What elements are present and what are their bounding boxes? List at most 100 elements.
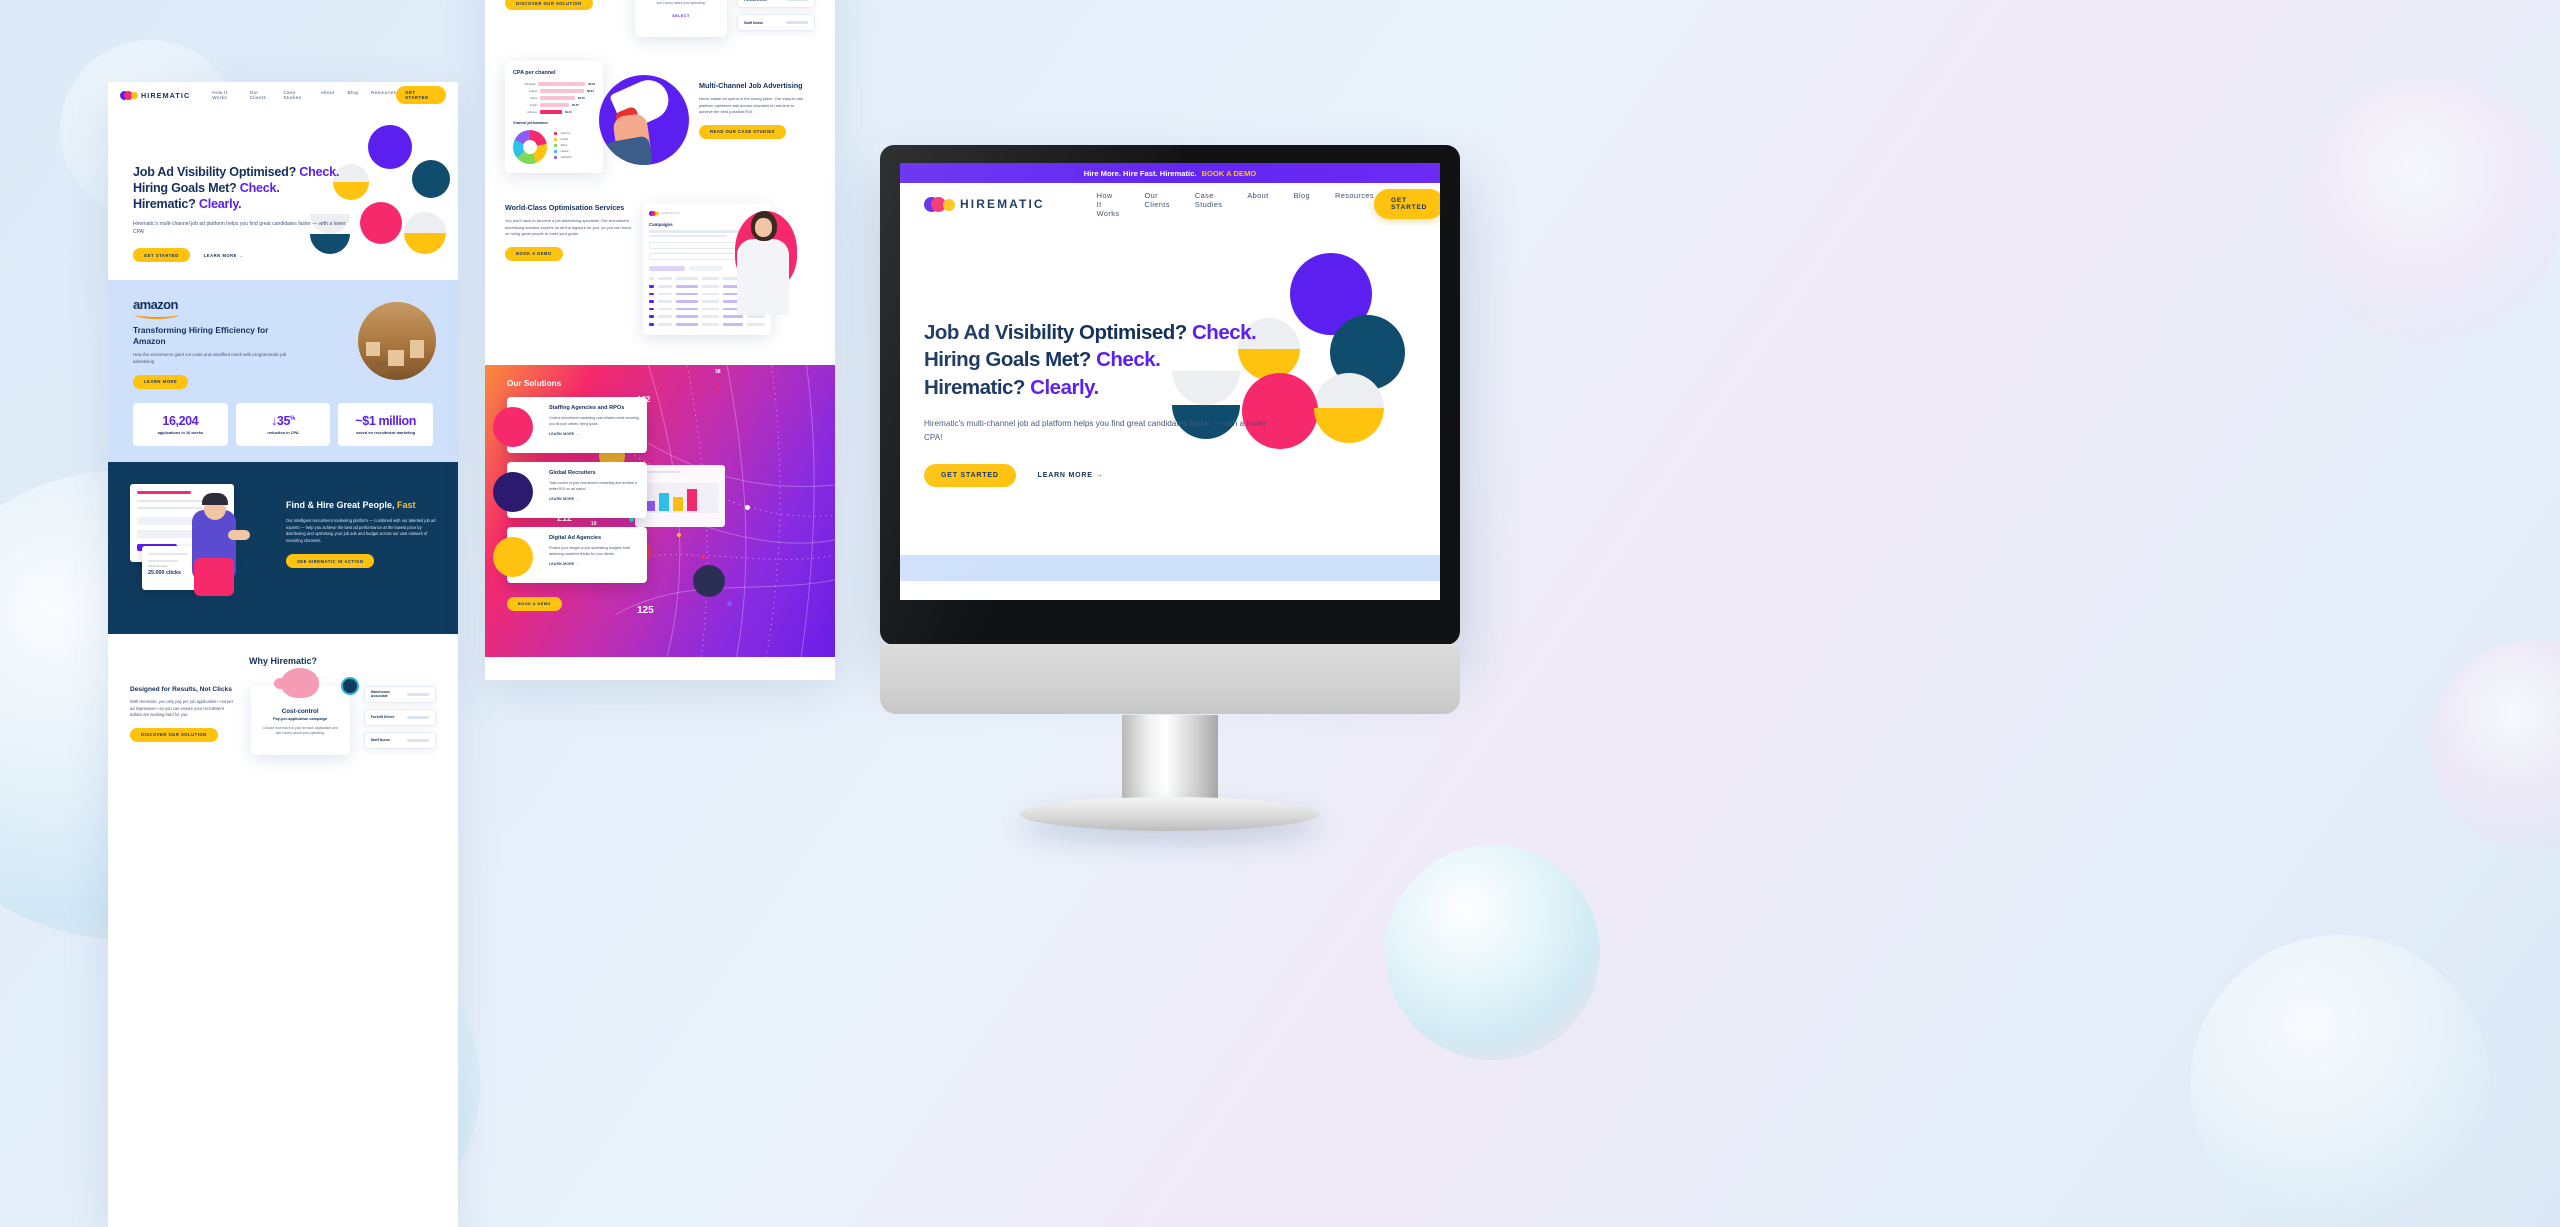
platform-illustration: 25.000 clicks Clicks forecast	[130, 483, 275, 606]
amazon-logo: amazon	[133, 297, 179, 319]
cpa-chart-card: CPA per channel Jobrapido $9.23 Indeed $…	[505, 61, 603, 173]
hero-get-started-button[interactable]: GET STARTED	[924, 463, 1016, 487]
nav-get-started-button[interactable]: GET STARTED	[1373, 189, 1440, 219]
hero-learn-more-link[interactable]: LEARN MORE →	[204, 253, 244, 258]
stat-card: 16,204 applications in 16 weeks	[133, 402, 228, 446]
cpa-bar	[540, 96, 575, 100]
role-name: Staff Nurse	[744, 20, 764, 25]
dashboard-tab-active[interactable]	[649, 266, 685, 272]
nav-link-case-studies[interactable]: Case Studies	[283, 90, 307, 100]
hero-headline: Job Ad Visibility Optimised? Check. Hiri…	[133, 164, 348, 212]
decorative-bubble	[2430, 640, 2560, 850]
why-left-column: Designed for Results, Not Clicks With Hi…	[130, 686, 237, 755]
solutions-book-a-demo-button[interactable]: BOOK A DEMO	[507, 597, 562, 612]
get-started-button[interactable]: GET STARTED	[396, 86, 446, 104]
stat-value: ~$1 million	[355, 413, 416, 428]
see-hirematic-in-action-button[interactable]: SEE HIREMATIC IN ACTION	[286, 554, 375, 569]
legend-item: Talent	[554, 143, 572, 148]
nav-link-blog[interactable]: Blog	[1294, 191, 1310, 218]
site-logo[interactable]: HIREMATIC	[924, 196, 1045, 212]
logo-wordmark: HIREMATIC	[141, 90, 191, 100]
legend-item: Jobtome	[554, 132, 572, 136]
role-bar	[407, 738, 429, 742]
role-name: Forklift Driver	[370, 715, 395, 719]
why-hirematic-section: Why Hirematic? Designed for Results, Not…	[108, 633, 458, 755]
mid-top-row: With Hirematic, you only pay per job app…	[485, 0, 835, 51]
cost-control-subtitle: Pay-per-application campaign	[273, 716, 328, 721]
select-link[interactable]: SELECT	[643, 14, 719, 18]
discover-our-solution-button[interactable]: DISCOVER OUR SOLUTION	[130, 727, 218, 742]
solution-card-link[interactable]: LEARN MORE →	[549, 432, 639, 436]
headline-line2-accent: Check.	[239, 181, 280, 196]
nav-link-resources[interactable]: Resources	[1335, 191, 1374, 218]
role-list-item[interactable]: Staff Nurse	[737, 14, 815, 31]
nav-link-resources[interactable]: Resources	[371, 90, 396, 100]
mid-discover-our-solution-button[interactable]: DISCOVER OUR SOLUTION	[505, 0, 593, 11]
banner-book-a-demo-link[interactable]: BOOK A DEMO	[1201, 169, 1256, 178]
role-list-item[interactable]: Warehouse Associate	[363, 685, 436, 703]
nav-link-our-clients[interactable]: Our Clients	[250, 90, 271, 100]
decorative-bubble	[2190, 935, 2490, 1227]
table-row[interactable]	[649, 322, 765, 327]
headline-line2: Hiring Goals Met?	[924, 348, 1091, 372]
logo[interactable]: HIREMATIC	[120, 90, 191, 100]
cpa-category: Jobtome	[527, 110, 537, 114]
case-study-stats: 16,204 applications in 16 weeks ↓35% red…	[108, 398, 458, 462]
solution-card[interactable]: Staffing Agencies and RPOs Control recru…	[493, 397, 647, 454]
hero-subtitle: Hirematic's multi-channel job ad platfor…	[133, 221, 346, 236]
network-chart-card	[635, 465, 725, 528]
headline-line2-accent: Check.	[1096, 348, 1161, 372]
role-list-item[interactable]: Staff Nurse	[363, 731, 436, 749]
why-left-heading: Designed for Results, Not Clicks	[130, 685, 232, 693]
multi-channel-section: CPA per channel Jobrapido $9.23 Indeed $…	[485, 51, 835, 199]
imac-mockup: Hire More. Hire Fast. Hirematic. BOOK A …	[880, 145, 1460, 831]
why-hirematic-row: Designed for Results, Not Clicks With Hi…	[130, 667, 436, 755]
person-illustration-arm	[228, 529, 250, 540]
nav-link-about[interactable]: About	[1247, 191, 1268, 218]
nav-link-how-it-works[interactable]: How It Works	[212, 90, 236, 100]
solution-card[interactable]: Digital Ad Agencies Protect your margin …	[493, 527, 647, 584]
multi-channel-body: Never waste ad spend in the wrong place.…	[699, 96, 804, 115]
headline-line2: Hiring Goals Met?	[133, 181, 237, 196]
site-nav-links: How It Works Our Clients Case Studies Ab…	[1097, 191, 1374, 218]
hero-learn-more-link[interactable]: LEARN MORE →	[1038, 472, 1104, 479]
mid-cost-body: Choose how much to pay for each applicat…	[656, 1, 706, 6]
solution-card[interactable]: Global Recruiters Take control of your r…	[493, 462, 647, 519]
mid-role-list: Warehouse Associate Forklift Driver Staf…	[737, 0, 815, 37]
our-solutions-section: 102 8 67 212 25 43 23 125 38 18	[485, 365, 835, 658]
logo-dots-icon	[120, 90, 138, 100]
target-icon	[340, 676, 359, 695]
nav-link-our-clients[interactable]: Our Clients	[1144, 191, 1169, 218]
role-bar	[786, 21, 808, 24]
cpa-bar-row: Talent $6.46	[513, 96, 595, 100]
imac-stand-neck	[1122, 715, 1218, 807]
headline-line3: Hirematic?	[133, 197, 196, 212]
role-name: Staff Nurse	[370, 738, 390, 742]
dashboard-tab[interactable]	[689, 266, 723, 272]
site-hero: Job Ad Visibility Optimised? Check. Hiri…	[900, 225, 1440, 555]
multi-channel-text: Multi-Channel Job Advertising Never wast…	[699, 61, 809, 139]
solution-card-link[interactable]: LEARN MORE →	[549, 497, 639, 501]
case-study-learn-more-button[interactable]: LEARN MORE	[133, 374, 189, 389]
solution-card-title: Global Recruiters	[549, 470, 596, 477]
nav-link-blog[interactable]: Blog	[348, 90, 359, 100]
imac-stand-foot	[1020, 797, 1320, 831]
role-list-item[interactable]: Forklift Driver	[363, 708, 436, 726]
solution-card-link[interactable]: LEARN MORE →	[549, 562, 639, 566]
role-bar	[407, 715, 429, 719]
nav-link-how-it-works[interactable]: How It Works	[1097, 191, 1120, 218]
nav-link-about[interactable]: About	[321, 90, 335, 100]
cpa-bar	[540, 110, 562, 114]
cpa-bar	[540, 103, 569, 107]
nav-link-case-studies[interactable]: Case Studies	[1195, 191, 1222, 218]
cpa-value: $8.84	[587, 89, 594, 93]
book-a-demo-button[interactable]: BOOK A DEMO	[505, 246, 563, 261]
role-list-item[interactable]: Forklift Driver	[737, 0, 815, 8]
read-our-case-studies-button[interactable]: READ OUR CASE STUDIES	[699, 124, 786, 139]
megaphone-photo	[599, 75, 689, 165]
cpa-bar-row: Jobtome $4.21	[513, 110, 595, 114]
cpa-value: $6.46	[578, 96, 585, 100]
hero-get-started-button[interactable]: GET STARTED	[133, 248, 190, 263]
stat-card: ~$1 million saved on recruitment marketi…	[338, 402, 434, 446]
hero-button-row: GET STARTED LEARN MORE →	[924, 463, 1274, 487]
